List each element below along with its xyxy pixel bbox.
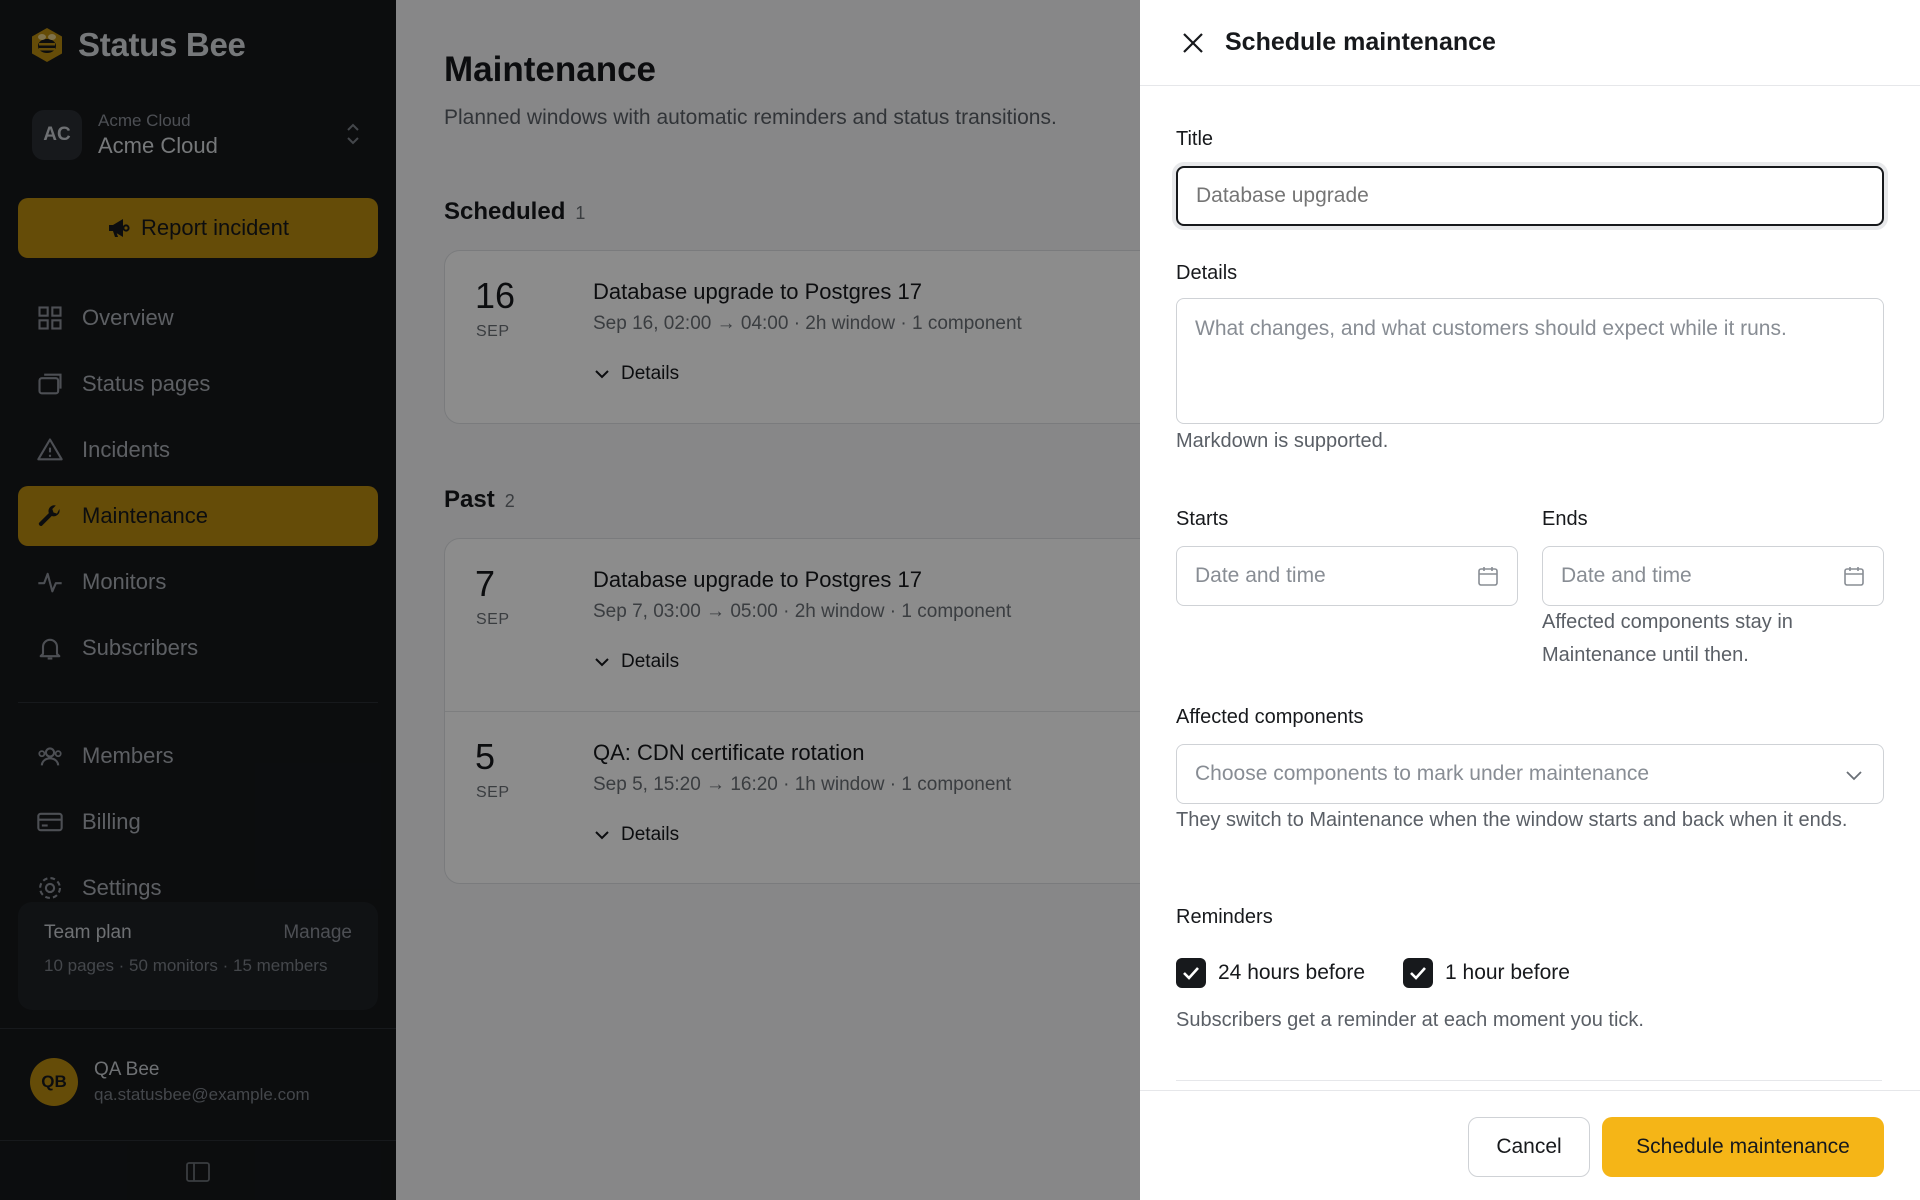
components-label: Affected components	[1176, 706, 1364, 728]
drawer-title: Schedule maintenance	[1225, 28, 1496, 56]
check-icon	[1410, 967, 1426, 980]
details-placeholder: What changes, and what customers should …	[1195, 317, 1787, 340]
chevron-down-icon	[1846, 771, 1862, 781]
details-label: Details	[1176, 262, 1238, 284]
title-label: Title	[1176, 128, 1214, 150]
reminder-1h-label: 1 hour before	[1445, 961, 1570, 984]
form-divider	[1176, 1080, 1882, 1081]
reminder-24h-label: 24 hours before	[1218, 961, 1366, 984]
details-textarea[interactable]: What changes, and what customers should …	[1176, 298, 1884, 424]
components-help: They switch to Maintenance when the wind…	[1176, 809, 1848, 831]
ends-placeholder: Date and time	[1561, 564, 1692, 587]
starts-datetime-input[interactable]: Date and time	[1176, 546, 1518, 606]
reminders-help: Subscribers get a reminder at each momen…	[1176, 1009, 1644, 1031]
ends-help: Affected components stay in Maintenance …	[1542, 611, 1793, 666]
checkbox-checked[interactable]	[1176, 958, 1206, 988]
close-icon[interactable]	[1180, 30, 1206, 56]
components-select[interactable]: Choose components to mark under maintena…	[1176, 744, 1884, 804]
reminder-1h-checkbox[interactable]: 1 hour before	[1403, 958, 1570, 988]
ends-label: Ends	[1542, 508, 1588, 530]
starts-placeholder: Date and time	[1195, 564, 1326, 587]
calendar-icon	[1844, 567, 1864, 586]
reminders-label: Reminders	[1176, 906, 1273, 928]
schedule-maintenance-button[interactable]: Schedule maintenance	[1602, 1117, 1884, 1177]
ends-datetime-input[interactable]: Date and time	[1542, 546, 1884, 606]
starts-label: Starts	[1176, 508, 1229, 530]
reminder-24h-checkbox[interactable]: 24 hours before	[1176, 958, 1365, 988]
details-help: Markdown is supported.	[1176, 430, 1389, 452]
modal-backdrop[interactable]	[0, 0, 1140, 1200]
checkbox-checked[interactable]	[1403, 958, 1433, 988]
schedule-maintenance-drawer: Schedule maintenance Title Details What …	[1140, 0, 1920, 1200]
check-icon	[1183, 967, 1199, 980]
calendar-icon	[1478, 567, 1498, 586]
components-placeholder: Choose components to mark under maintena…	[1195, 762, 1650, 785]
drawer-footer: Cancel Schedule maintenance	[1140, 1090, 1920, 1200]
drawer-header: Schedule maintenance	[1140, 0, 1920, 86]
title-input[interactable]	[1176, 166, 1884, 226]
cancel-button[interactable]: Cancel	[1468, 1117, 1590, 1177]
